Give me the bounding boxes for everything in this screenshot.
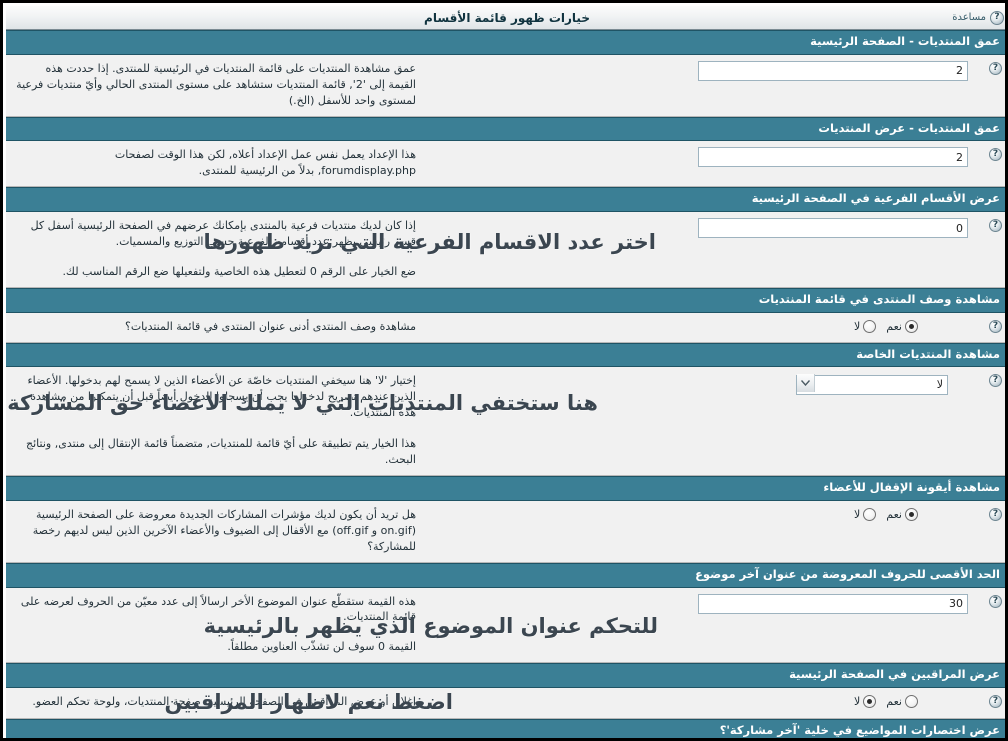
section-header-show-moderators-home: عرض المراقبين في الصفحة الرئيسية	[6, 663, 1005, 689]
radio-option-yes[interactable]: نعم	[886, 507, 918, 521]
setting-description-line2: هذا الخيار يتم تطبيقة على أيّ قائمة للمن…	[26, 437, 416, 467]
forum-depth-display-input[interactable]	[698, 147, 968, 168]
control-cell	[424, 588, 978, 663]
radio-option-no[interactable]: لا	[854, 319, 877, 333]
radio-input[interactable]	[905, 695, 918, 709]
help-label: مساعدة	[952, 12, 986, 23]
max-title-chars-input[interactable]	[698, 593, 968, 614]
radio-option-no[interactable]: لا	[854, 695, 877, 709]
setting-description-line2: القيمة 0 سوف لن تشذّب العناوين مطلقاً.	[227, 640, 416, 654]
radio-label: نعم	[886, 319, 902, 333]
page-title: خيارات ظهور قائمة الأقسام	[424, 10, 590, 25]
section-header-forum-depth-display: عمق المنتديات - عرض المنتديات	[6, 116, 1005, 142]
question-mark-icon[interactable]: ?	[989, 319, 1002, 333]
control-cell	[424, 212, 978, 287]
setting-description-line1: إختيار 'لا' هنا سيخفي المنتديات خاصّة عن…	[27, 374, 416, 420]
control-cell: نعم لا	[424, 313, 978, 342]
admin-settings-page: خيارات ظهور قائمة الأقسام ? مساعدة عمق ا…	[0, 0, 1008, 741]
setting-description-line1: هذه القيمة ستقطّع عنوان الموضوع الأخر ار…	[20, 594, 416, 624]
show-lock-icon-radios: نعم لا	[854, 507, 918, 521]
setting-description: إختيار 'لا' هنا سيخفي المنتديات خاصّة عن…	[6, 367, 424, 475]
setting-description: مشاهدة وصف المنتدى أدنى عنوان المنتدى في…	[124, 319, 416, 333]
row-help-cell[interactable]: ?	[978, 313, 1005, 342]
section-header-show-lock-icon: مشاهدة أيقونة الإقفال للأعضاء	[6, 476, 1005, 501]
setting-row-show-lock-icon: ? نعم لا هل تريد أن يكون لديك مؤشرات الم…	[6, 500, 1005, 563]
question-mark-icon[interactable]: ?	[989, 374, 1002, 388]
show-private-forums-select-wrap[interactable]: لا نعم	[796, 373, 948, 395]
row-help-cell[interactable]: ?	[978, 588, 1005, 663]
section-header-show-thread-preview: عرض اختصارات المواضيع في خلية 'آخر مشارك…	[6, 719, 1005, 738]
question-mark-icon[interactable]: ?	[989, 61, 1002, 75]
radio-option-yes[interactable]: نعم	[886, 695, 918, 709]
section-header-show-subforums-home: عرض الأقسام الفرعية في الصفحة الرئيسية	[6, 187, 1005, 213]
setting-row-forum-depth-display: ? هذا الإعداد يعمل نفس عمل الإعداد أعلاه…	[6, 141, 1005, 188]
setting-description: هذا الإعداد يعمل نفس عمل الإعداد أعلاه, …	[114, 148, 416, 178]
forum-depth-home-input[interactable]	[698, 60, 968, 81]
question-mark-icon[interactable]: ?	[990, 10, 1004, 25]
page-frame: خيارات ظهور قائمة الأقسام ? مساعدة عمق ا…	[6, 6, 1005, 738]
row-help-cell[interactable]: ?	[978, 501, 1005, 562]
setting-description: هل تريد أن يكون لديك مؤشرات المشاركات ال…	[32, 507, 416, 553]
radio-option-no[interactable]: لا	[854, 507, 877, 521]
setting-description: عمق مشاهدة المنتديات على قائمة المنتديات…	[16, 61, 416, 107]
section-header-show-forum-description: مشاهدة وصف المنتدى في قائمة المنتديات	[6, 287, 1005, 313]
setting-description: إذا كان لديك منتديات فرعية بالمنتدى بإمك…	[6, 212, 424, 287]
question-mark-icon[interactable]: ?	[989, 594, 1002, 608]
control-cell: نعم لا	[424, 688, 978, 718]
radio-input[interactable]	[863, 507, 877, 521]
question-mark-icon[interactable]: ?	[989, 148, 1002, 162]
row-help-cell[interactable]: ?	[978, 367, 1005, 475]
row-help-cell[interactable]: ?	[978, 141, 1005, 186]
radio-input[interactable]	[863, 695, 877, 709]
help-link[interactable]: ? مساعدة	[952, 6, 1004, 29]
setting-row-show-subforums-home: ? إذا كان لديك منتديات فرعية بالمنتدى بإ…	[6, 212, 1005, 288]
setting-description: إغلاق أو عرض المراقبين في الصفحة الرئيسي…	[32, 695, 416, 709]
control-cell	[424, 55, 978, 116]
setting-description: هذه القيمة ستقطّع عنوان الموضوع الأخر ار…	[6, 588, 424, 663]
question-mark-icon[interactable]: ?	[989, 507, 1002, 521]
setting-row-show-moderators-home: ? نعم لا إغلاق أو عرض المراقبين في الصفح…	[6, 688, 1005, 720]
radio-label: نعم	[886, 507, 902, 521]
setting-row-show-forum-description: ? نعم لا مشاهدة وصف المنتدى أدنى عنوان ا…	[6, 312, 1005, 343]
setting-row-forum-depth-home: ? عمق مشاهدة المنتديات على قائمة المنتدي…	[6, 54, 1005, 117]
radio-option-yes[interactable]: نعم	[886, 319, 918, 333]
radio-input[interactable]	[905, 319, 918, 333]
desc-p1: إذا كان لديك منتديات فرعية بالمنتدى بإمك…	[30, 219, 416, 249]
show-private-forums-select[interactable]: لا نعم	[796, 374, 948, 395]
row-help-cell[interactable]: ?	[978, 688, 1005, 718]
radio-label: لا	[854, 319, 861, 333]
setting-description-line2: ضع الخيار على الرقم 0 لتعطيل هذه الخاصية…	[62, 264, 416, 278]
radio-label: لا	[854, 507, 861, 521]
window-titlebar: خيارات ظهور قائمة الأقسام ? مساعدة	[6, 6, 1005, 30]
radio-input[interactable]	[905, 507, 918, 521]
setting-row-show-private-forums: ? لا نعم إختيار 'لا' هنا سيخفي المنتديات…	[6, 367, 1005, 477]
control-cell: نعم لا	[424, 501, 978, 562]
radio-label: لا	[854, 695, 861, 709]
section-header-show-private-forums: مشاهدة المنتديات الخاصة	[6, 342, 1005, 368]
question-mark-icon[interactable]: ?	[989, 219, 1002, 233]
control-cell: لا نعم	[424, 367, 978, 475]
control-cell	[424, 141, 978, 186]
radio-input[interactable]	[863, 319, 877, 333]
question-mark-icon[interactable]: ?	[989, 695, 1002, 709]
setting-row-max-title-chars: ? هذه القيمة ستقطّع عنوان الموضوع الأخر …	[6, 587, 1005, 664]
section-header-max-title-chars: الحد الأقصى للحروف المعروضة من عنوان آخر…	[6, 562, 1005, 588]
show-moderators-radios: نعم لا	[854, 694, 918, 709]
row-help-cell[interactable]: ?	[978, 55, 1005, 116]
row-help-cell[interactable]: ?	[978, 212, 1005, 287]
show-forum-description-radios: نعم لا	[854, 319, 918, 333]
show-subforums-input[interactable]	[698, 218, 968, 239]
radio-label: نعم	[886, 695, 902, 709]
section-header-forum-depth-home: عمق المنتديات - الصفحة الرئيسية	[6, 30, 1005, 55]
